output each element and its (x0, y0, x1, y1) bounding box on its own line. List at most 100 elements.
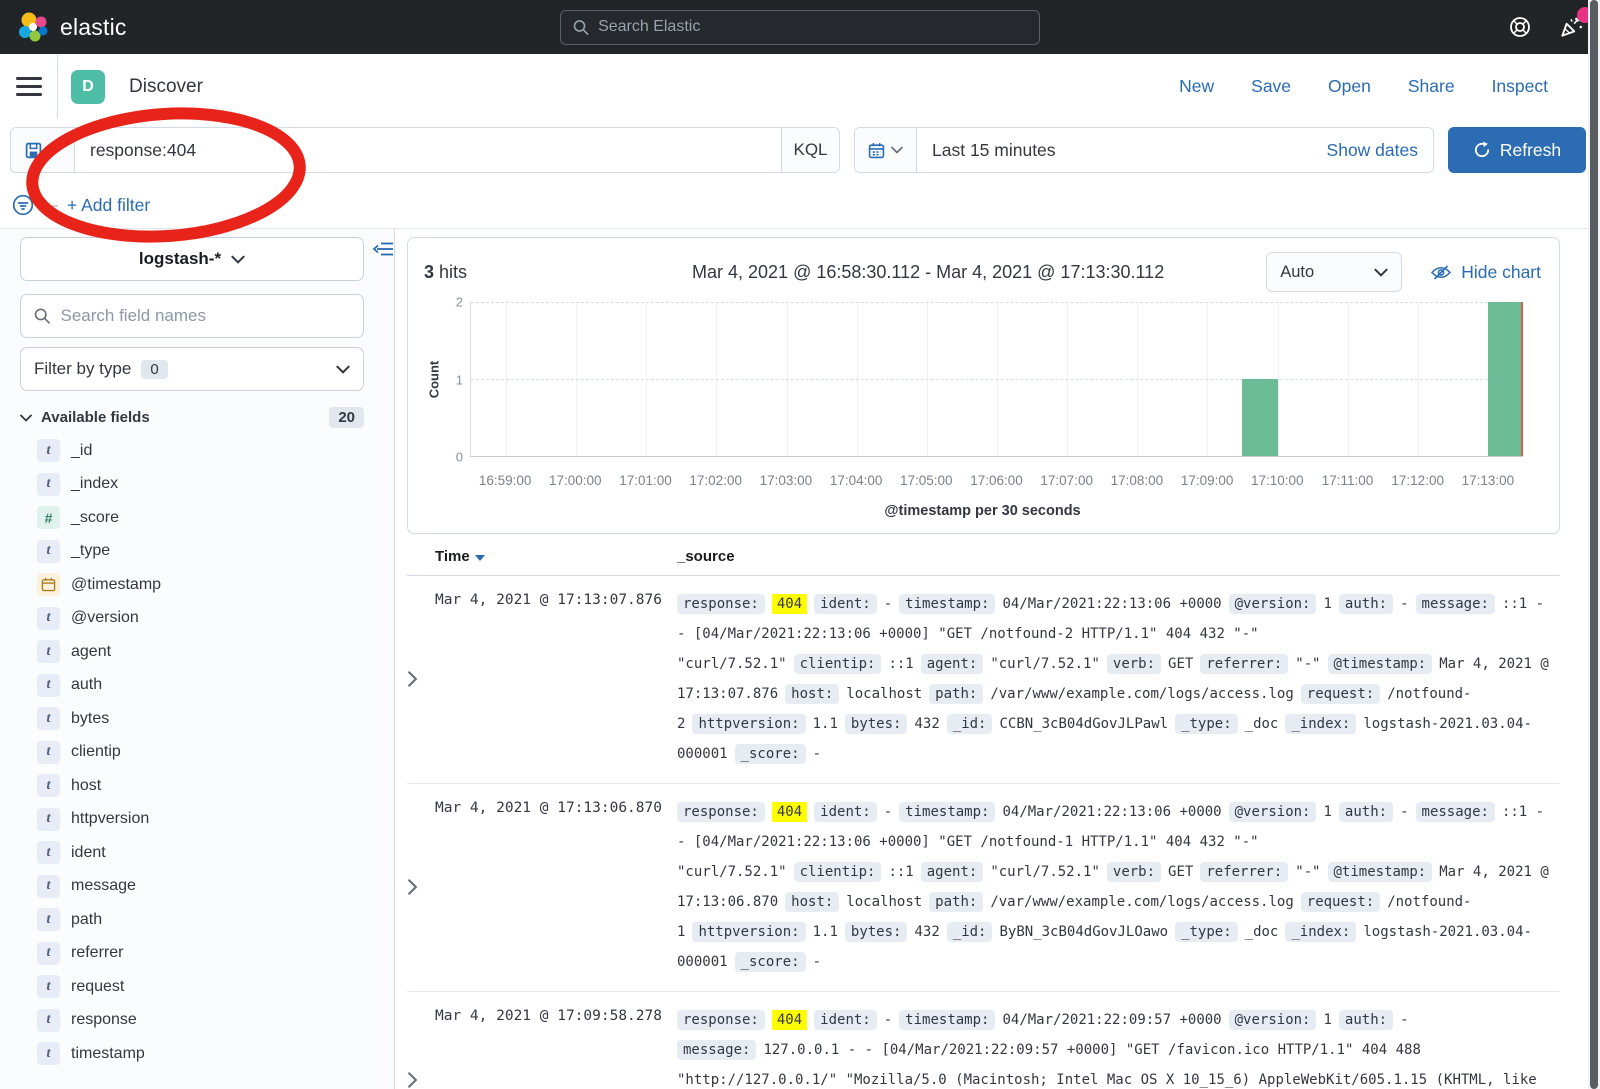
histogram-bar[interactable] (1242, 379, 1277, 456)
saved-query-icon (25, 142, 42, 159)
help-icon (1508, 15, 1532, 39)
save-button[interactable]: Save (1251, 76, 1291, 97)
expand-row-button[interactable] (407, 589, 435, 769)
hide-chart-button[interactable]: Hide chart (1430, 262, 1541, 283)
filter-by-type-select[interactable]: Filter by type 0 (20, 347, 364, 391)
source-field-value: 04/Mar/2021:22:13:06 +0000 (1002, 596, 1221, 612)
expand-row-button[interactable] (407, 1005, 435, 1089)
field-item[interactable]: tagent (20, 635, 394, 669)
highlighted-value: 404 (772, 1010, 807, 1030)
source-field-value: GET (1168, 864, 1193, 880)
elastic-logo[interactable]: elastic (18, 11, 127, 43)
open-button[interactable]: Open (1328, 76, 1371, 97)
kql-language-button[interactable]: KQL (781, 128, 839, 172)
source-field-name: timestamp: (899, 1010, 995, 1030)
field-item[interactable]: tclientip (20, 736, 394, 770)
y-axis-title: Count (427, 361, 442, 399)
source-field-name: host: (785, 892, 839, 912)
field-name: _type (71, 542, 110, 560)
field-item[interactable]: tresponse (20, 1004, 394, 1038)
source-field-name: message: (677, 1040, 756, 1060)
source-field-value: - (884, 804, 892, 820)
source-field-value: - (884, 1012, 892, 1028)
source-field-name: clientip: (794, 862, 882, 882)
show-dates-button[interactable]: Show dates (1312, 128, 1433, 172)
available-fields-toggle[interactable]: Available fields 20 (20, 407, 364, 428)
field-item[interactable]: thttpversion (20, 803, 394, 837)
string-type-icon: t (37, 707, 60, 730)
field-name: httpversion (71, 810, 149, 828)
chevron-right-icon (407, 1072, 418, 1088)
interval-select[interactable]: Auto (1266, 252, 1402, 292)
field-item[interactable]: @timestamp (20, 568, 394, 602)
sort-desc-icon[interactable] (475, 555, 485, 561)
time-range-value[interactable]: Last 15 minutes (917, 128, 1312, 172)
saved-query-menu-button[interactable] (11, 128, 75, 172)
hide-chart-label: Hide chart (1461, 262, 1541, 283)
field-item[interactable]: #_score (20, 501, 394, 535)
number-type-icon: # (37, 506, 60, 529)
news-feed-button[interactable] (1558, 14, 1584, 40)
global-search[interactable] (560, 10, 1040, 45)
source-field-name: @timestamp: (1328, 654, 1433, 674)
string-type-icon: t (37, 674, 60, 697)
row-source: response:404ident:-timestamp:04/Mar/2021… (677, 797, 1560, 977)
field-item[interactable]: treferrer (20, 937, 394, 971)
chevron-down-icon (49, 146, 61, 154)
field-item[interactable]: thost (20, 769, 394, 803)
field-item[interactable]: tmessage (20, 870, 394, 904)
help-button[interactable] (1508, 15, 1532, 39)
source-field-name: agent: (921, 862, 984, 882)
x-tick-label: 17:03:00 (760, 473, 813, 488)
index-pattern-select[interactable]: logstash-* (20, 237, 364, 281)
source-field-name: path: (929, 892, 983, 912)
x-tick-label: 17:01:00 (619, 473, 672, 488)
source-field-name: ident: (814, 1010, 877, 1030)
chevron-down-icon (231, 255, 245, 264)
field-search[interactable] (20, 294, 364, 338)
source-field-name: message: (1416, 802, 1495, 822)
index-pattern-label: logstash-* (139, 249, 221, 269)
row-source: response:404ident:-timestamp:04/Mar/2021… (677, 1005, 1560, 1089)
query-input[interactable] (90, 140, 781, 161)
refresh-button[interactable]: Refresh (1448, 127, 1586, 173)
hits-number: 3 (424, 262, 434, 282)
field-search-input[interactable] (60, 306, 350, 326)
type-filter-count-badge: 0 (141, 360, 167, 379)
field-item[interactable]: ttimestamp (20, 1037, 394, 1071)
time-column-header[interactable]: Time (435, 548, 470, 565)
filter-menu-button[interactable] (12, 194, 34, 216)
string-type-icon: t (37, 1009, 60, 1032)
main-content: 3 hits Mar 4, 2021 @ 16:58:30.112 - Mar … (395, 229, 1600, 1089)
add-filter-button[interactable]: + Add filter (67, 195, 150, 216)
share-button[interactable]: Share (1408, 76, 1455, 97)
field-item[interactable]: trequest (20, 970, 394, 1004)
source-field-value: "curl/7.52.1" (990, 656, 1100, 672)
field-item[interactable]: t@version (20, 602, 394, 636)
date-quick-menu-button[interactable] (855, 128, 917, 172)
field-name: _id (71, 442, 92, 460)
source-field-name: bytes: (845, 714, 908, 734)
field-item[interactable]: t_index (20, 468, 394, 502)
field-item[interactable]: t_id (20, 434, 394, 468)
global-search-input[interactable] (598, 18, 1027, 36)
field-item[interactable]: tident (20, 836, 394, 870)
row-timestamp: Mar 4, 2021 @ 17:13:07.876 (435, 589, 677, 769)
source-field-name: verb: (1107, 654, 1161, 674)
collapse-sidebar-button[interactable] (372, 241, 394, 260)
inspect-button[interactable]: Inspect (1492, 76, 1548, 97)
source-field-value: "-" (1295, 656, 1320, 672)
field-item[interactable]: tauth (20, 669, 394, 703)
field-item[interactable]: tpath (20, 903, 394, 937)
row-timestamp: Mar 4, 2021 @ 17:13:06.870 (435, 797, 677, 977)
source-field-value: CCBN_3cB04dGovJLPawl (999, 716, 1168, 732)
main-menu-button[interactable] (0, 54, 58, 119)
search-icon (34, 307, 50, 325)
scrollbar-thumb[interactable] (1590, 0, 1598, 1089)
page-scrollbar (1588, 0, 1600, 1089)
histogram-bar[interactable] (1488, 302, 1523, 456)
expand-row-button[interactable] (407, 797, 435, 977)
field-item[interactable]: t_type (20, 535, 394, 569)
new-button[interactable]: New (1179, 76, 1214, 97)
field-item[interactable]: tbytes (20, 702, 394, 736)
